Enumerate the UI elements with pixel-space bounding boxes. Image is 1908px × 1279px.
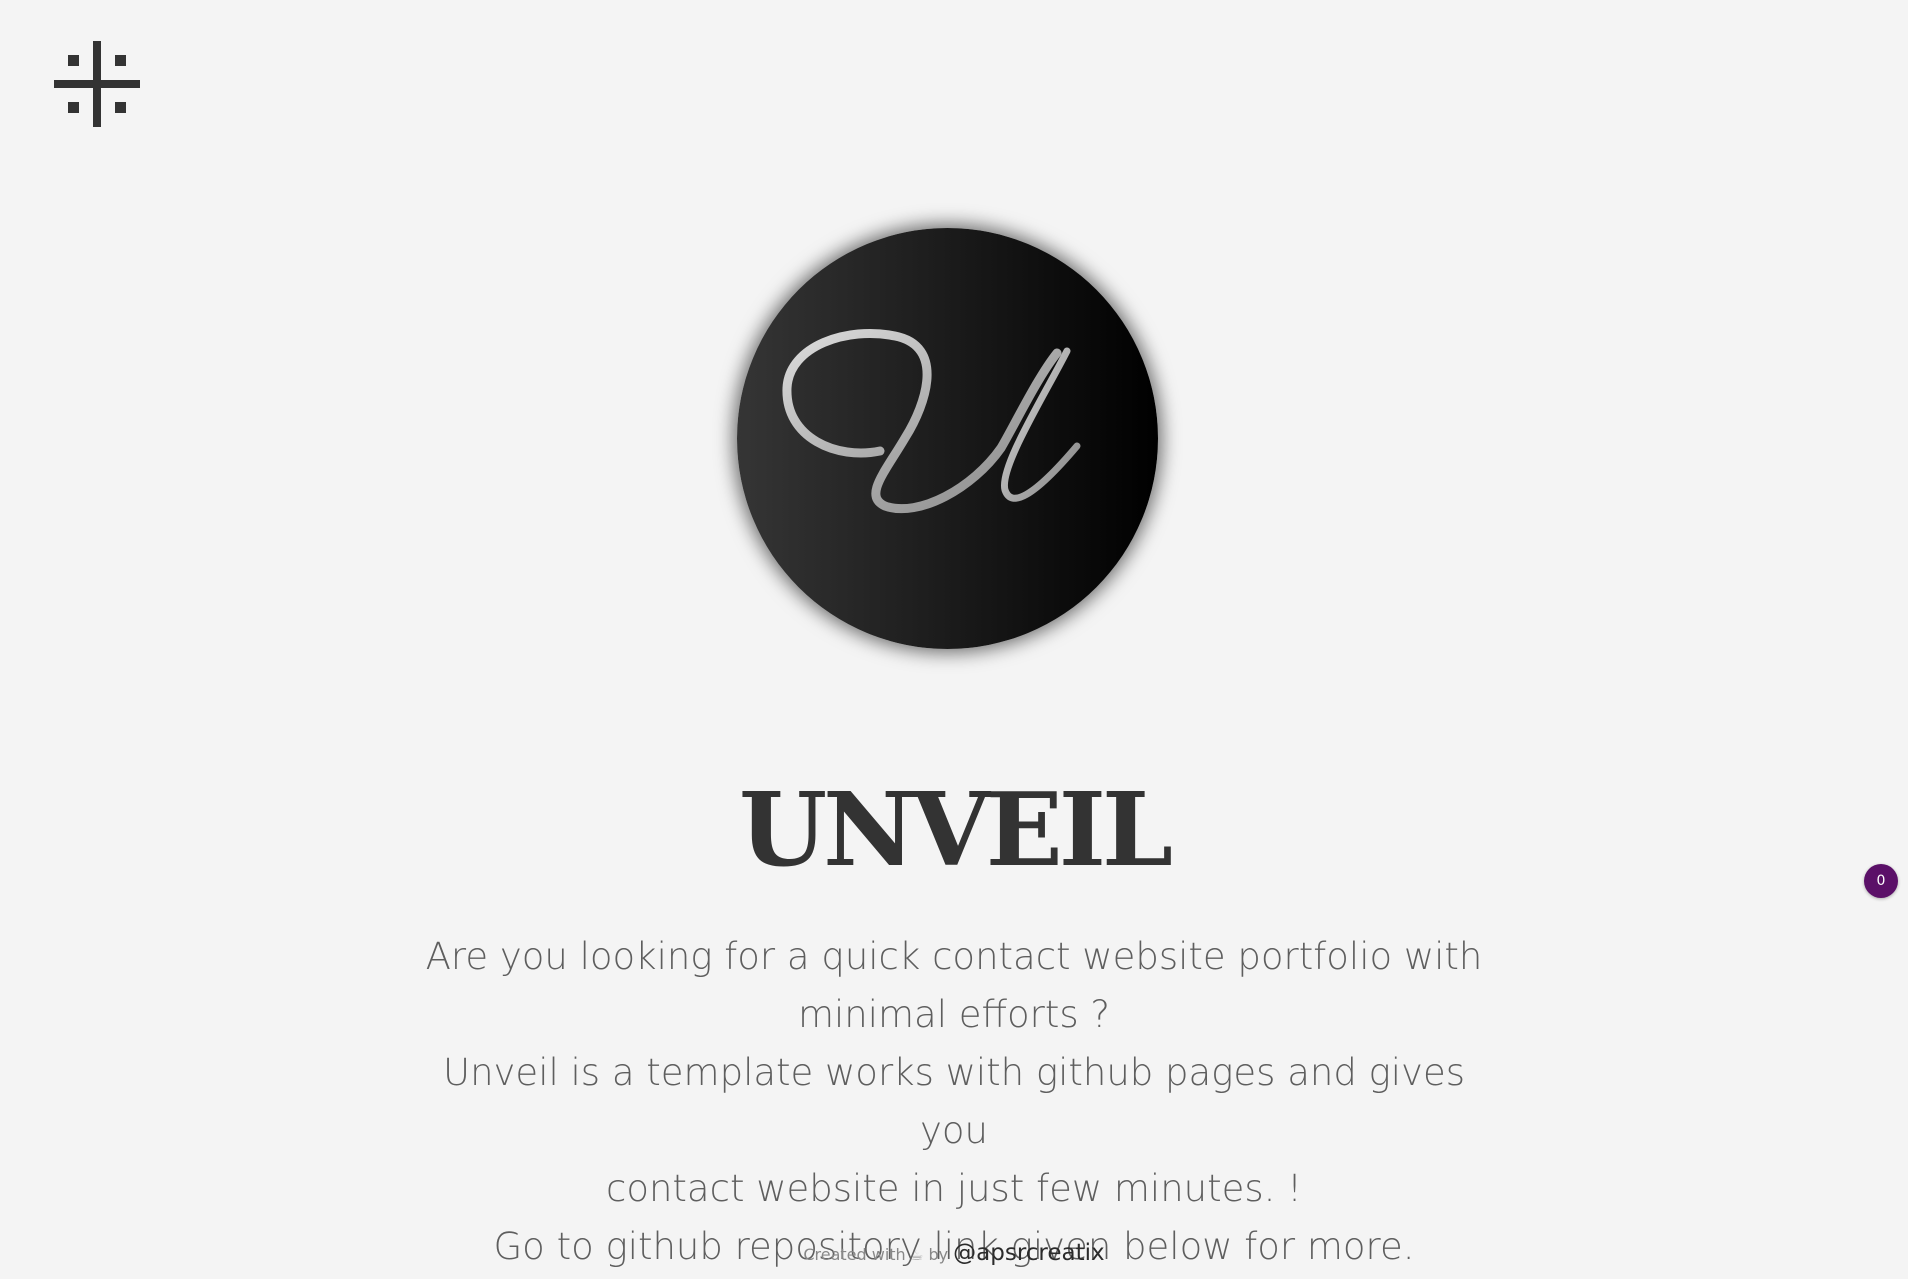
hero-description: Are you looking for a quick contact webs… (404, 928, 1504, 1276)
avatar (737, 228, 1158, 649)
menu-icon[interactable] (54, 41, 140, 127)
notification-badge[interactable]: 0 (1864, 864, 1898, 898)
description-line: Unveil is a template works with github p… (443, 1051, 1465, 1152)
description-line: minimal efforts ? (797, 993, 1111, 1036)
created-with-text: Created with (803, 1245, 906, 1264)
coffee-icon: ☕ (910, 1248, 924, 1264)
author-link[interactable]: @apsrcreatix (953, 1240, 1105, 1266)
page-title: UNVEIL (738, 770, 1173, 889)
by-text: by (928, 1245, 949, 1264)
description-line: contact website in just few minutes. ! (605, 1167, 1303, 1210)
script-u-logo-icon (782, 328, 1081, 514)
footer-credit: Created with ☕ by @apsrcreatix (0, 1238, 1908, 1271)
description-line: Are you looking for a quick contact webs… (425, 935, 1483, 978)
